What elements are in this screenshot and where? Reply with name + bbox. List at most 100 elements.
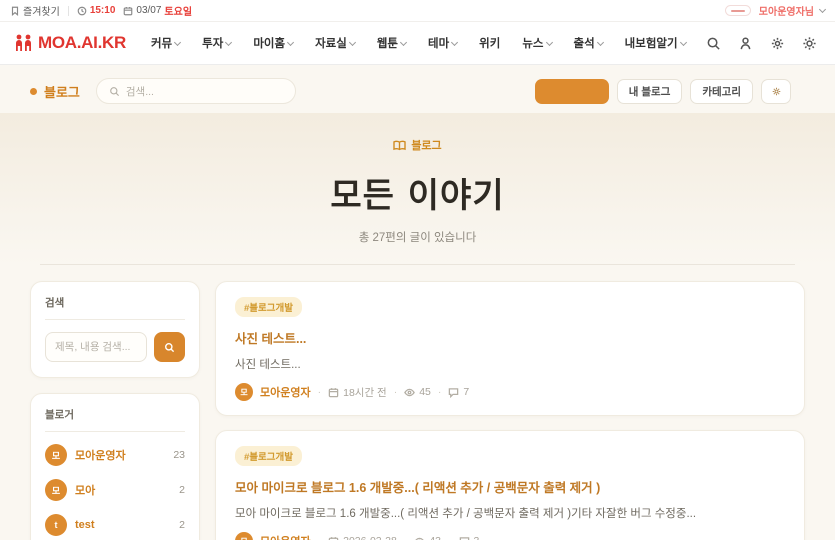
favorites-label: 즐겨찾기	[23, 3, 60, 18]
avatar: 모	[235, 532, 253, 540]
chevron-down-icon	[400, 39, 407, 46]
nav-item-myhome[interactable]: 마이홈	[244, 31, 302, 55]
blog-search-input[interactable]: 검색...	[96, 78, 296, 104]
chevron-down-icon	[349, 39, 356, 46]
user-menu[interactable]: 모아운영자님	[759, 3, 825, 18]
chevron-down-icon	[287, 39, 294, 46]
calendar-icon	[328, 536, 339, 540]
nav-item-invest[interactable]: 투자	[193, 31, 240, 55]
post-comments: 3	[459, 535, 480, 540]
user-name: 모아운영자님	[759, 3, 814, 18]
post-title[interactable]: 사진 테스트...	[235, 328, 785, 347]
post-excerpt: 사진 테스트...	[235, 356, 785, 372]
sun-icon	[771, 86, 782, 97]
write-button[interactable]	[535, 79, 609, 104]
top-utility-bar: 즐겨찾기 15:10 03/07 토요일 모아운영자님	[0, 0, 835, 22]
post-count: 23	[173, 449, 185, 461]
post-count: 2	[179, 519, 185, 531]
hero-section: 블로그 모든 이야기 총 27편의 글이 있습니다	[0, 113, 835, 265]
my-blog-button[interactable]: 내 블로그	[617, 79, 683, 104]
nav-item-attendance[interactable]: 출석	[565, 31, 612, 55]
post-comments: 7	[448, 386, 469, 398]
topbar-right: 모아운영자님	[725, 3, 825, 18]
current-date: 03/07	[136, 5, 161, 16]
chevron-down-icon	[819, 6, 826, 13]
post-date: 2026-02-28	[328, 535, 397, 540]
people-logo-icon	[14, 34, 34, 52]
blog-section-title: 블로그	[44, 82, 80, 101]
header-icons	[706, 36, 821, 51]
gear-icon[interactable]	[770, 36, 785, 51]
nav-item-wiki[interactable]: 위키	[470, 31, 509, 55]
nav-item-theme[interactable]: 테마	[419, 31, 466, 55]
topbar-divider	[68, 6, 69, 16]
theme-sun-icon[interactable]	[802, 36, 817, 51]
nav-item-archive[interactable]: 자료실	[306, 31, 364, 55]
avatar: 모	[45, 479, 67, 501]
page-title: 모든 이야기	[0, 168, 835, 217]
chevron-down-icon	[451, 39, 458, 46]
post-count-subtitle: 총 27편의 글이 있습니다	[0, 229, 835, 245]
hero-badge: 블로그	[393, 137, 441, 153]
topbar-left: 즐겨찾기 15:10 03/07 토요일	[10, 3, 192, 18]
post-list: #블로그개발 사진 테스트... 사진 테스트... 모 모아운영자 · 18시…	[215, 281, 805, 540]
logo[interactable]: MOA.AI.KR	[14, 33, 126, 53]
blog-toolbar-actions: 내 블로그 카테고리	[535, 79, 791, 104]
chevron-down-icon	[545, 39, 552, 46]
post-excerpt: 모아 마이크로 블로그 1.6 개발중...( 리액션 추가 / 공백문자 출력…	[235, 505, 785, 521]
chevron-down-icon	[680, 39, 687, 46]
favorites-link[interactable]: 즐겨찾기	[10, 3, 60, 18]
blogger-item[interactable]: t test 2	[45, 514, 185, 536]
rss-sun-button[interactable]	[761, 79, 791, 104]
post-views: 43	[414, 535, 441, 540]
post-date: 18시간 전	[328, 385, 387, 400]
sidebar-search-input[interactable]	[45, 332, 147, 362]
nav-item-news[interactable]: 뉴스	[513, 31, 560, 55]
nav-item-community[interactable]: 커뮤	[142, 31, 189, 55]
nav-item-webtoon[interactable]: 웹툰	[368, 31, 415, 55]
date-display: 03/07 토요일	[123, 3, 192, 18]
post-title[interactable]: 모아 마이크로 블로그 1.6 개발중...( 리액션 추가 / 공백문자 출력…	[235, 477, 785, 496]
nav-item-insurance[interactable]: 내보험알기	[616, 31, 695, 55]
post-author[interactable]: 모아운영자	[260, 384, 311, 400]
chevron-down-icon	[225, 39, 232, 46]
chevron-down-icon	[174, 39, 181, 46]
eye-icon	[404, 387, 415, 398]
search-icon	[164, 342, 175, 353]
sidebar-search-card: 검색	[30, 281, 200, 378]
blogger-item[interactable]: 모 모아 2	[45, 479, 185, 501]
main-header: MOA.AI.KR 커뮤 투자 마이홈 자료실 웹툰 테마 위키 뉴스 출석 내…	[0, 22, 835, 65]
post-tag[interactable]: #블로그개발	[235, 446, 302, 466]
post-count: 2	[179, 484, 185, 496]
post-tag[interactable]: #블로그개발	[235, 297, 302, 317]
blog-dot-icon	[30, 88, 37, 95]
post-card[interactable]: #블로그개발 사진 테스트... 사진 테스트... 모 모아운영자 · 18시…	[215, 281, 805, 416]
hero-badge-label: 블로그	[411, 137, 441, 153]
current-day: 토요일	[164, 3, 192, 18]
blogger-item[interactable]: 모 모아운영자 23	[45, 444, 185, 466]
calendar-icon	[123, 6, 133, 16]
bookmark-icon	[10, 6, 20, 16]
main-nav: 커뮤 투자 마이홈 자료실 웹툰 테마 위키 뉴스 출석 내보험알기	[142, 31, 706, 55]
divider	[45, 319, 185, 320]
bloggers-title: 블로거	[45, 407, 185, 422]
post-views: 45	[404, 386, 431, 398]
blog-search-placeholder: 검색...	[126, 84, 154, 99]
post-author[interactable]: 모아운영자	[260, 533, 311, 540]
eye-icon	[414, 536, 425, 540]
search-icon[interactable]	[706, 36, 721, 51]
logo-text: MOA.AI.KR	[38, 33, 126, 53]
content-area: 검색 블로거 모 모아운영자 23 모 모아 2 t	[0, 265, 835, 540]
current-time: 15:10	[90, 5, 116, 16]
sidebar: 검색 블로거 모 모아운영자 23 모 모아 2 t	[30, 281, 200, 540]
category-button[interactable]: 카테고리	[690, 79, 753, 104]
clock-icon	[77, 6, 87, 16]
clock-display: 15:10	[77, 5, 116, 16]
search-icon	[109, 86, 120, 97]
sidebar-search-button[interactable]	[154, 332, 185, 362]
comment-icon	[459, 536, 470, 540]
post-card[interactable]: #블로그개발 모아 마이크로 블로그 1.6 개발중...( 리액션 추가 / …	[215, 430, 805, 540]
post-meta: 모 모아운영자 · 2026-02-28 · 43 · 3	[235, 532, 785, 540]
book-icon	[393, 140, 406, 151]
user-icon[interactable]	[738, 36, 753, 51]
